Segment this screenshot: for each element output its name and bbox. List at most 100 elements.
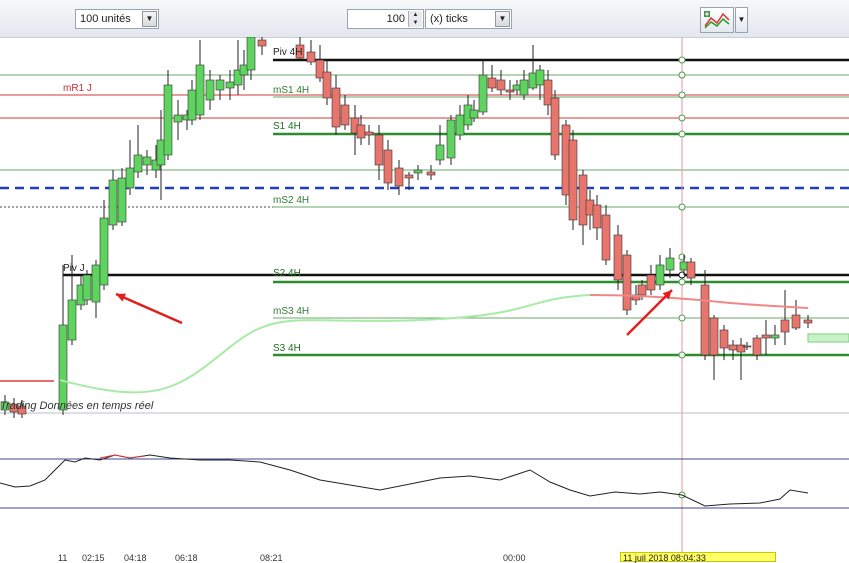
candle-body <box>780 319 790 333</box>
candle-body <box>446 119 456 159</box>
candle-body <box>469 109 479 119</box>
time-label: 02:15 <box>82 553 105 563</box>
candle-body <box>394 167 404 187</box>
candle-body <box>67 299 77 341</box>
candle-body <box>519 79 529 96</box>
candle-body <box>413 169 423 174</box>
candle-body <box>246 37 256 71</box>
level-label-s3-4h: S3 4H <box>273 343 301 354</box>
candle-body <box>306 51 316 63</box>
candles <box>0 37 813 418</box>
level-label-s1-4h: S1 4H <box>273 121 301 132</box>
candle-body <box>340 104 350 126</box>
candle-body <box>383 149 393 184</box>
candle-body <box>803 319 813 324</box>
ticks-mode-select[interactable]: (x) ticks ▼ <box>425 9 512 29</box>
candle-body <box>646 274 656 291</box>
cursor-intersection-marker <box>678 91 686 99</box>
candle-body <box>535 69 545 86</box>
ticks-input-value: 100 <box>386 13 405 25</box>
candle-body <box>637 284 647 296</box>
moving-averages <box>59 294 849 394</box>
candle-body <box>117 177 127 223</box>
candle-body <box>505 89 515 93</box>
annotation-arrow-left <box>115 292 183 325</box>
candle-body <box>173 114 183 123</box>
candle-body <box>761 334 771 339</box>
candle-body <box>426 171 436 176</box>
chart-grid <box>0 412 849 546</box>
candle-body <box>142 156 152 166</box>
candle-body <box>108 179 118 226</box>
candle-body <box>125 167 135 189</box>
cursor-intersection-marker <box>678 203 686 211</box>
candle-body <box>550 97 560 156</box>
candle-body <box>622 254 632 311</box>
ticks-mode-value: (x) ticks <box>430 13 468 25</box>
candle-body <box>225 81 235 89</box>
time-label: 06:18 <box>175 553 198 563</box>
level-label-mr1-j: mR1 J <box>63 83 92 94</box>
level-label-ms3-4h: mS3 4H <box>273 306 310 317</box>
units-select[interactable]: 100 unités ▼ <box>75 9 159 29</box>
cursor-date-tag: 11 juil 2018 08:04:33 <box>620 552 776 563</box>
candle-body <box>487 77 497 89</box>
candle-body <box>592 204 602 229</box>
chart-tools-icon <box>704 11 730 29</box>
candle-body <box>752 337 762 356</box>
candle-body <box>655 264 665 286</box>
candle-body <box>770 334 780 339</box>
candle-body <box>257 39 267 47</box>
chart-tools-button[interactable] <box>700 7 734 33</box>
candle-body <box>455 114 465 136</box>
candle-body <box>686 261 696 279</box>
level-label-ms1-4h: mS1 4H <box>273 85 310 96</box>
cursor-intersection-marker <box>678 71 686 79</box>
candle-body <box>791 314 801 329</box>
candle-body <box>58 324 68 411</box>
cursor-intersection-marker <box>678 278 686 286</box>
candle-body <box>568 139 578 221</box>
units-select-value: 100 unités <box>80 13 131 25</box>
green-moving-average <box>59 294 591 394</box>
candle-body <box>364 131 374 136</box>
level-label-piv-j: Piv J <box>63 263 85 274</box>
candle-body <box>99 217 109 286</box>
time-label: 00:00 <box>503 553 526 563</box>
data-source-label: Trading Données en temps réel <box>0 400 154 412</box>
level-label-s2-4h: S2 4H <box>273 268 301 279</box>
ticks-mode-dropdown-arrow-icon[interactable]: ▼ <box>495 11 510 27</box>
candle-body <box>404 174 414 179</box>
candle-body <box>435 144 445 161</box>
cursor-intersection-marker <box>678 314 686 322</box>
candle-body <box>187 89 197 121</box>
cursor-intersection-marker <box>678 56 686 64</box>
indicator-background <box>0 414 849 546</box>
time-label: 04:18 <box>124 553 147 563</box>
candle-body <box>215 79 225 91</box>
price-chart[interactable] <box>0 37 849 560</box>
cursor-intersection-marker <box>678 130 686 138</box>
candle-body <box>205 79 215 101</box>
ticks-input[interactable]: 100 ▲ ▼ <box>347 9 424 29</box>
candle-body <box>133 154 143 173</box>
time-label: 11 <box>58 553 68 563</box>
candle-body <box>728 344 738 351</box>
candle-body <box>742 345 752 348</box>
time-label: 08:21 <box>260 553 283 563</box>
units-dropdown-arrow-icon[interactable]: ▼ <box>142 11 157 27</box>
cursor-intersection-marker <box>678 114 686 122</box>
cursor-intersection-marker <box>678 351 686 359</box>
ticks-spinner-icon[interactable]: ▲ ▼ <box>408 11 422 27</box>
candle-body <box>322 71 332 99</box>
annotations <box>115 289 673 336</box>
candle-body <box>478 74 488 113</box>
candle-body <box>82 274 92 301</box>
chart-tools-dropdown[interactable]: ▼ <box>735 7 748 33</box>
candle-body <box>374 134 384 166</box>
candle-body <box>331 87 341 128</box>
candle-body <box>195 64 205 116</box>
chart-toolbar: 100 unités ▼ 100 ▲ ▼ (x) ticks ▼ ▼ <box>0 0 849 38</box>
level-label-piv-4h: Piv 4H <box>273 47 303 58</box>
candle-body <box>356 124 366 139</box>
